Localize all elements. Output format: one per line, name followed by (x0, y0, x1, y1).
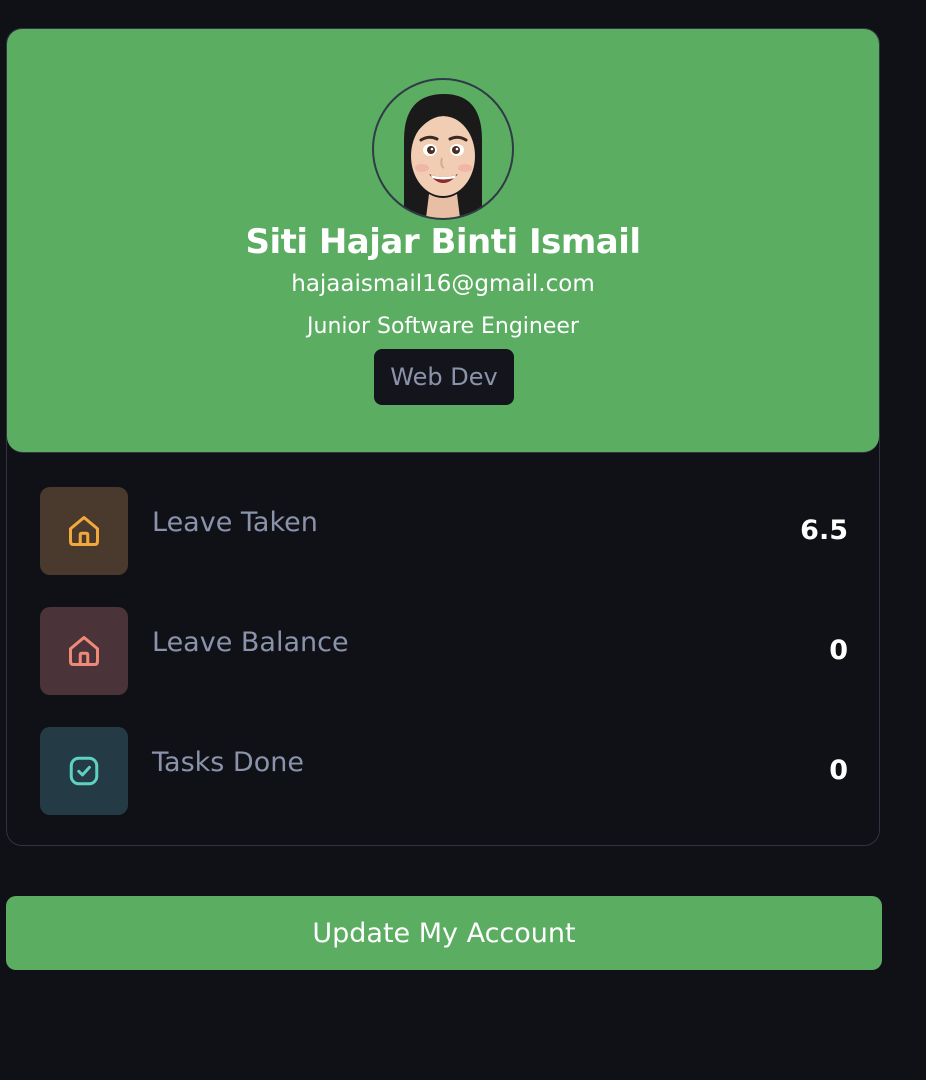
profile-header: Siti Hajar Binti Ismail hajaaismail16@gm… (7, 29, 879, 453)
stat-row-leave-balance: Leave Balance 0 (40, 607, 848, 695)
stat-row-tasks-done: Tasks Done 0 (40, 727, 848, 815)
stat-value-leave-balance: 0 (829, 635, 848, 666)
leave-taken-icon-box (40, 487, 128, 575)
leave-balance-icon-box (40, 607, 128, 695)
avatar (372, 78, 514, 220)
update-account-button[interactable]: Update My Account (6, 896, 882, 970)
stat-value-tasks-done: 0 (829, 755, 848, 786)
department-badge: Web Dev (374, 349, 514, 405)
profile-email: hajaaismail16@gmail.com (291, 271, 595, 297)
home-icon (69, 516, 99, 546)
tasks-done-icon-box (40, 727, 128, 815)
profile-name: Siti Hajar Binti Ismail (245, 222, 641, 262)
profile-card: Siti Hajar Binti Ismail hajaaismail16@gm… (6, 28, 880, 846)
stat-label-tasks-done: Tasks Done (152, 747, 304, 778)
home-icon (69, 636, 99, 666)
stat-value-leave-taken: 6.5 (800, 515, 848, 546)
stat-label-leave-balance: Leave Balance (152, 627, 349, 658)
checkbox-icon (69, 756, 99, 786)
stat-label-leave-taken: Leave Taken (152, 507, 318, 538)
stat-row-leave-taken: Leave Taken 6.5 (40, 487, 848, 575)
avatar-memoji-icon (404, 94, 482, 218)
profile-role: Junior Software Engineer (307, 314, 579, 339)
